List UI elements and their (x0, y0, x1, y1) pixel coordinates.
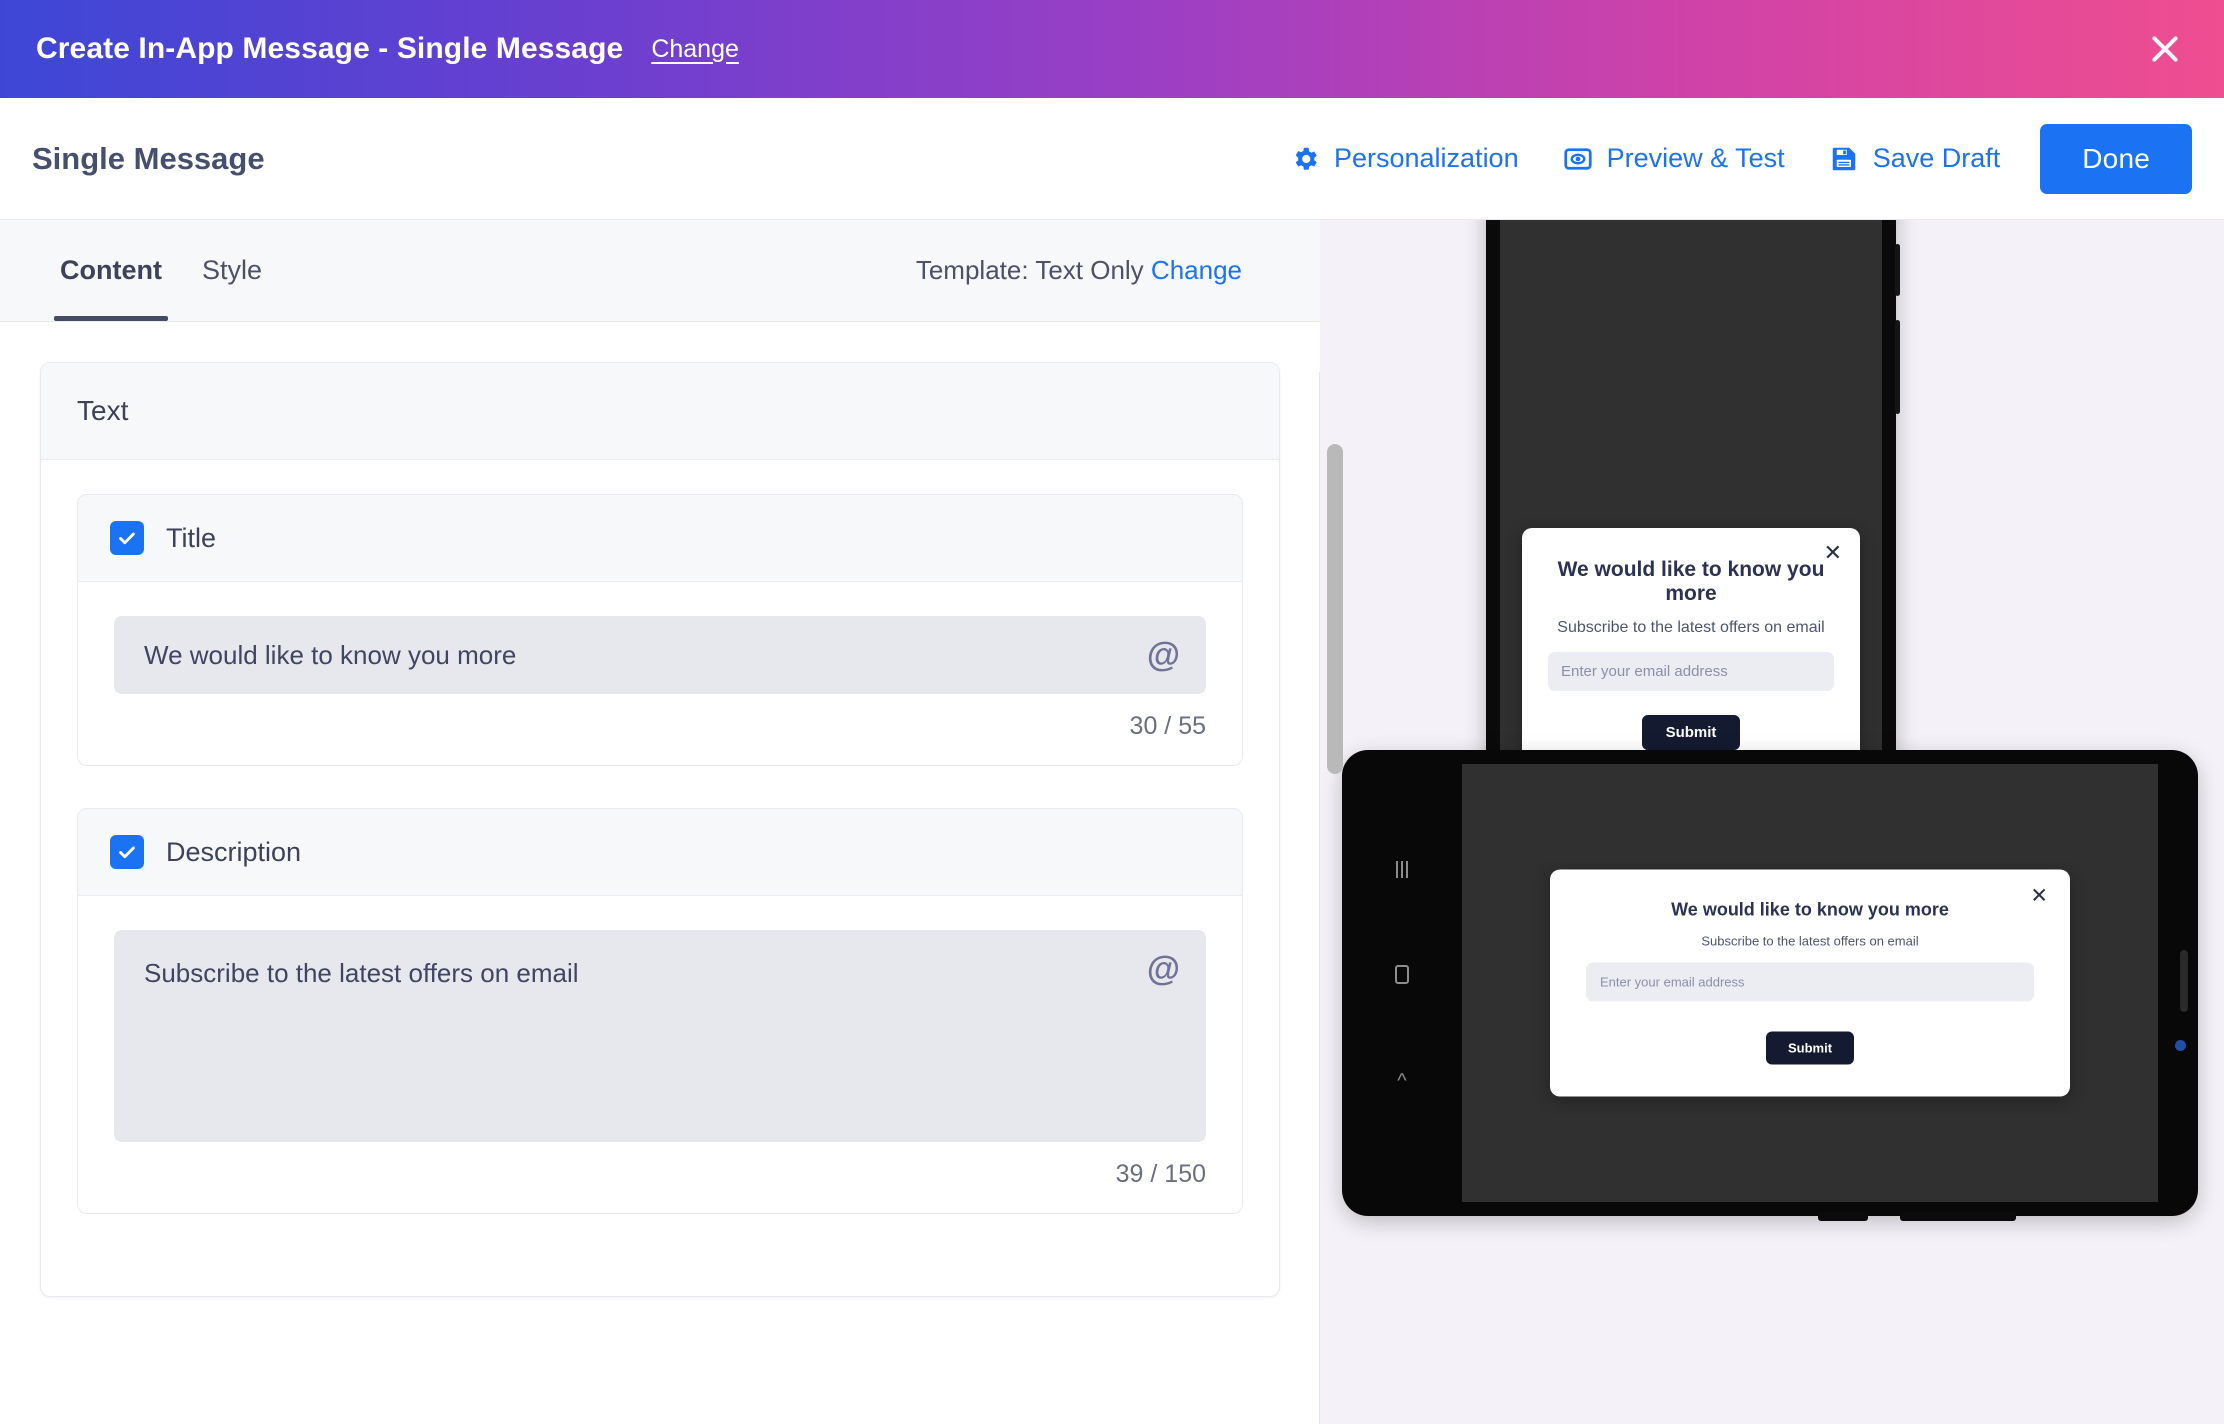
tablet-port-right (1900, 1212, 2016, 1221)
title-input-wrap: @ (114, 616, 1206, 694)
message-title: We would like to know you more (1557, 558, 1825, 605)
text-card: Text Title We would like to know you mor… (40, 362, 1280, 1297)
template-name: Template: Text Only (915, 255, 1144, 285)
title-char-counter: 30 / 55 (1129, 712, 1206, 740)
create-in-app-message-dialog: Create In-App Message - Single Message C… (0, 0, 2224, 1424)
template-indicator: Template: Text Only Change (916, 255, 1280, 286)
save-draft-label: Save Draft (1872, 143, 2001, 173)
close-icon[interactable] (2142, 26, 2188, 72)
editor-scroll-area[interactable]: Text Title We would like to know you mor… (0, 322, 1320, 1424)
dialog-title: Create In-App Message - Single Message (36, 32, 624, 65)
message-title: We would like to know you more (1671, 899, 1949, 920)
main-area: Content Style Template: Text Only Change… (0, 220, 2224, 1424)
panel-divider (1319, 372, 1320, 1424)
title-field-header: Title (78, 495, 1242, 582)
recents-icon[interactable] (1396, 861, 1408, 879)
description-input-wrap: @ (114, 930, 1206, 1142)
description-field-header: Description (78, 809, 1242, 896)
message-submit-button[interactable]: Submit (1641, 715, 1741, 750)
save-draft-button[interactable]: Save Draft (1829, 143, 2001, 174)
gear-icon (1290, 144, 1320, 174)
description-textarea[interactable] (114, 930, 1206, 1142)
description-field-label: Description (166, 836, 302, 867)
phone-in-app-message: ✕ We would like to know you more Subscri… (1522, 528, 1860, 784)
tablet-port-left (1818, 1212, 1868, 1221)
eye-preview-icon (1563, 144, 1593, 174)
personalization-button[interactable]: Personalization (1290, 143, 1519, 174)
action-bar: Single Message Personalization Preview &… (0, 98, 2224, 220)
preview-test-label: Preview & Test (1606, 143, 1785, 173)
floppy-save-icon (1829, 144, 1859, 174)
done-button[interactable]: Done (2040, 123, 2192, 194)
message-email-input[interactable]: Enter your email address (1548, 652, 1834, 691)
description-char-counter: 39 / 150 (1115, 1160, 1206, 1188)
message-submit-button[interactable]: Submit (1765, 1031, 1855, 1065)
tablet-in-app-message: ✕ We would like to know you more Subscri… (1550, 869, 2070, 1097)
tab-style[interactable]: Style (182, 220, 282, 321)
close-icon[interactable]: ✕ (2030, 886, 2048, 907)
tablet-camera-icon (2175, 1040, 2186, 1051)
title-input[interactable] (114, 616, 1206, 694)
at-icon[interactable]: @ (1147, 638, 1180, 672)
editor-scrollbar-thumb[interactable] (1327, 444, 1343, 774)
at-icon[interactable]: @ (1147, 952, 1180, 986)
message-subtitle: Subscribe to the latest offers on email (1701, 933, 1919, 949)
phone-power-button (1895, 320, 1900, 414)
tablet-preview-device: ^ ✕ We would like to know you more Subsc… (1342, 750, 2198, 1221)
tablet-screen: ✕ We would like to know you more Subscri… (1462, 764, 2158, 1202)
editor-tabbar: Content Style Template: Text Only Change (0, 220, 1320, 322)
text-card-body: Title @ 30 / 55 (41, 460, 1279, 1296)
description-field-body: @ 39 / 150 (78, 896, 1242, 1213)
close-icon[interactable]: ✕ (1824, 542, 1842, 564)
tablet-navigation-bar: ^ (1342, 764, 1462, 1202)
tab-content[interactable]: Content (40, 220, 182, 321)
personalization-label: Personalization (1333, 143, 1519, 173)
description-field-block: Description @ 39 / 150 (77, 808, 1243, 1214)
page-title: Single Message (32, 140, 265, 176)
preview-test-button[interactable]: Preview & Test (1563, 143, 1785, 174)
dialog-header: Create In-App Message - Single Message C… (0, 0, 2224, 98)
tablet-power-button (2180, 950, 2188, 1012)
template-change-link[interactable]: Change (1151, 255, 1242, 285)
title-field-block: Title @ 30 / 55 (77, 494, 1243, 766)
title-field-label: Title (166, 522, 217, 553)
title-checkbox[interactable] (110, 521, 144, 555)
description-checkbox[interactable] (110, 835, 144, 869)
message-email-input[interactable]: Enter your email address (1586, 962, 2034, 1002)
message-subtitle: Subscribe to the latest offers on email (1557, 619, 1825, 636)
home-icon[interactable] (1395, 964, 1409, 984)
header-change-link[interactable]: Change (651, 35, 739, 64)
title-field-body: @ 30 / 55 (78, 582, 1242, 765)
editor-panel: Content Style Template: Text Only Change… (0, 220, 1320, 1424)
text-card-heading: Text (41, 363, 1279, 460)
phone-volume-button (1895, 244, 1900, 296)
preview-panel: ✕ We would like to know you more Subscri… (1320, 220, 2224, 1424)
back-icon[interactable]: ^ (1397, 1071, 1406, 1091)
